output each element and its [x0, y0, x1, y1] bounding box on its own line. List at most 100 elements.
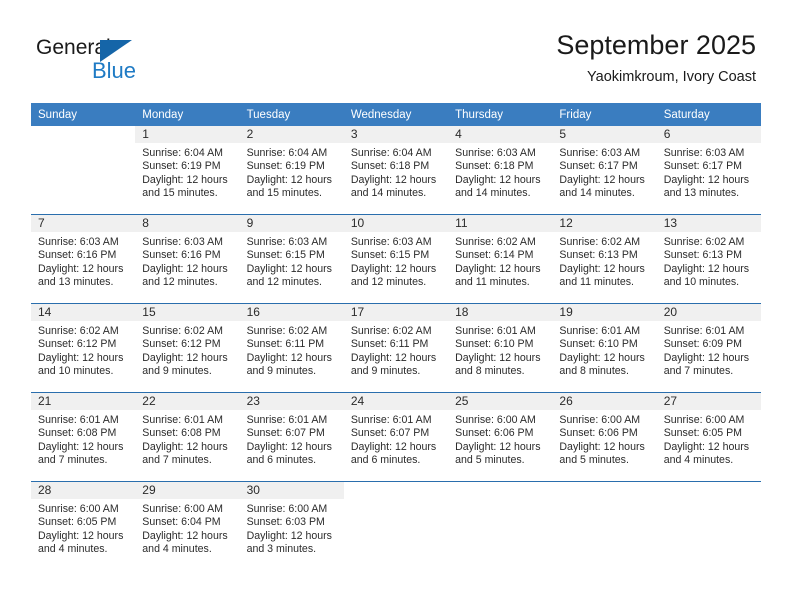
sunrise-text: Sunrise: 6:03 AM — [246, 236, 328, 248]
sunrise-text: Sunrise: 6:04 AM — [246, 147, 328, 159]
calendar-cell: 23 Sunrise: 6:01 AM Sunset: 6:07 PM Dayligh… — [239, 392, 344, 482]
day-number: 19 — [552, 304, 657, 321]
sunset-text: Sunset: 6:13 PM — [663, 249, 743, 262]
daylight-text-line1: Daylight: 12 hours — [38, 440, 124, 453]
sunset-text: Sunset: 6:06 PM — [455, 427, 534, 440]
calendar-cell: 22 Sunrise: 6:01 AM Sunset: 6:08 PM Dayligh… — [135, 392, 240, 482]
day-number: 28 — [31, 482, 136, 499]
daylight-text-line2: and 10 minutes. — [663, 275, 740, 288]
calendar-day[interactable]: 12 Sunrise: 6:02 AM Sunset: 6:13 PM Dayligh… — [552, 215, 657, 303]
calendar-cell: 11 Sunrise: 6:02 AM Sunset: 6:14 PM Dayligh… — [448, 214, 553, 304]
calendar-week-row: 1 Sunrise: 6:04 AM Sunset: 6:19 PM Daylight… — [31, 126, 761, 215]
day-number: 8 — [135, 215, 240, 232]
calendar-day[interactable]: 5 Sunrise: 6:03 AM Sunset: 6:17 PM Daylight… — [552, 126, 657, 214]
day-number: 12 — [552, 215, 657, 232]
sunset-text: Sunset: 6:09 PM — [663, 338, 743, 351]
daylight-text-line2: and 8 minutes. — [455, 364, 525, 377]
calendar-day[interactable]: 2 Sunrise: 6:04 AM Sunset: 6:19 PM Daylight… — [239, 126, 344, 214]
calendar-cell: 15 Sunrise: 6:02 AM Sunset: 6:12 PM Dayligh… — [135, 303, 240, 393]
calendar-day[interactable]: 13 Sunrise: 6:02 AM Sunset: 6:13 PM Dayligh… — [656, 215, 761, 303]
daylight-text-line2: and 15 minutes. — [246, 186, 322, 199]
day-details: Sunrise: 6:04 AM Sunset: 6:19 PM Daylight:… — [135, 143, 239, 200]
daylight-text-line1: Daylight: 12 hours — [455, 173, 541, 186]
sunrise-text: Sunrise: 6:02 AM — [663, 236, 745, 248]
calendar-day[interactable]: 19 Sunrise: 6:01 AM Sunset: 6:10 PM Dayligh… — [552, 304, 657, 392]
calendar-day[interactable]: 30 Sunrise: 6:00 AM Sunset: 6:03 PM Dayligh… — [239, 482, 344, 570]
calendar-cell: 17 Sunrise: 6:02 AM Sunset: 6:11 PM Dayligh… — [343, 303, 449, 393]
sunset-text: Sunset: 6:17 PM — [663, 160, 743, 173]
sunset-text: Sunset: 6:10 PM — [559, 338, 638, 351]
calendar-table: Sunday Monday Tuesday Wednesday Thursday… — [31, 103, 761, 570]
daylight-text-line1: Daylight: 12 hours — [350, 262, 437, 275]
daylight-text-line1: Daylight: 12 hours — [455, 440, 541, 453]
day-number: 4 — [448, 126, 553, 143]
sunrise-text: Sunrise: 6:01 AM — [663, 325, 745, 337]
calendar-day[interactable]: 24 Sunrise: 6:01 AM Sunset: 6:07 PM Dayligh… — [343, 393, 449, 481]
calendar-day-empty — [552, 482, 657, 570]
daylight-text-line1: Daylight: 12 hours — [142, 440, 228, 453]
calendar-cell: 5 Sunrise: 6:03 AM Sunset: 6:17 PM Daylight… — [552, 126, 657, 215]
calendar-day[interactable]: 26 Sunrise: 6:00 AM Sunset: 6:06 PM Dayligh… — [552, 393, 657, 481]
daylight-text-line1: Daylight: 12 hours — [142, 351, 228, 364]
day-number: 26 — [552, 393, 657, 410]
day-number: 5 — [552, 126, 657, 143]
calendar-day[interactable]: 20 Sunrise: 6:01 AM Sunset: 6:09 PM Dayligh… — [656, 304, 761, 392]
calendar-cell — [448, 481, 553, 570]
calendar-day[interactable]: 1 Sunrise: 6:04 AM Sunset: 6:19 PM Daylight… — [135, 126, 240, 214]
daylight-text-line1: Daylight: 12 hours — [559, 351, 645, 364]
calendar-cell — [656, 481, 761, 570]
day-details: Sunrise: 6:02 AM Sunset: 6:13 PM Daylight:… — [552, 232, 656, 289]
calendar-day[interactable]: 3 Sunrise: 6:04 AM Sunset: 6:18 PM Daylight… — [343, 126, 449, 214]
sunrise-text: Sunrise: 6:02 AM — [246, 325, 328, 337]
calendar-cell: 7 Sunrise: 6:03 AM Sunset: 6:16 PM Daylight… — [31, 214, 136, 304]
daylight-text-line1: Daylight: 12 hours — [455, 262, 541, 275]
daylight-text-line2: and 5 minutes. — [455, 453, 525, 466]
calendar-day[interactable]: 7 Sunrise: 6:03 AM Sunset: 6:16 PM Daylight… — [31, 215, 136, 303]
daylight-text-line2: and 3 minutes. — [246, 542, 317, 555]
day-number: 20 — [656, 304, 761, 321]
sunrise-text: Sunrise: 6:03 AM — [455, 147, 536, 159]
daylight-text-line2: and 12 minutes. — [350, 275, 427, 288]
calendar-cell: 9 Sunrise: 6:03 AM Sunset: 6:15 PM Daylight… — [239, 214, 344, 304]
general-blue-logo[interactable]: General Blue — [36, 36, 166, 84]
calendar-day[interactable]: 15 Sunrise: 6:02 AM Sunset: 6:12 PM Dayligh… — [135, 304, 240, 392]
day-details: Sunrise: 6:04 AM Sunset: 6:18 PM Daylight:… — [344, 143, 448, 200]
calendar-day[interactable]: 23 Sunrise: 6:01 AM Sunset: 6:07 PM Dayligh… — [239, 393, 344, 481]
calendar-day[interactable]: 4 Sunrise: 6:03 AM Sunset: 6:18 PM Daylight… — [448, 126, 553, 214]
daylight-text-line2: and 10 minutes. — [38, 364, 114, 377]
day-number — [552, 482, 657, 499]
calendar-day[interactable]: 6 Sunrise: 6:03 AM Sunset: 6:17 PM Daylight… — [656, 126, 761, 214]
calendar-cell: 8 Sunrise: 6:03 AM Sunset: 6:16 PM Daylight… — [135, 214, 240, 304]
sunrise-text: Sunrise: 6:03 AM — [559, 147, 641, 159]
calendar-day[interactable]: 29 Sunrise: 6:00 AM Sunset: 6:04 PM Dayligh… — [135, 482, 240, 570]
sunset-text: Sunset: 6:11 PM — [246, 338, 325, 351]
sunrise-text: Sunrise: 6:01 AM — [38, 414, 119, 426]
daylight-text-line1: Daylight: 12 hours — [455, 351, 541, 364]
calendar-day[interactable]: 10 Sunrise: 6:03 AM Sunset: 6:15 PM Dayligh… — [343, 215, 449, 303]
day-number: 16 — [239, 304, 344, 321]
calendar-day[interactable]: 11 Sunrise: 6:02 AM Sunset: 6:14 PM Dayligh… — [448, 215, 553, 303]
calendar-day[interactable]: 9 Sunrise: 6:03 AM Sunset: 6:15 PM Daylight… — [239, 215, 344, 303]
calendar-day[interactable]: 17 Sunrise: 6:02 AM Sunset: 6:11 PM Dayligh… — [343, 304, 449, 392]
calendar-cell: 2 Sunrise: 6:04 AM Sunset: 6:19 PM Daylight… — [239, 126, 344, 215]
calendar-day[interactable]: 21 Sunrise: 6:01 AM Sunset: 6:08 PM Dayligh… — [31, 393, 136, 481]
calendar-cell: 12 Sunrise: 6:02 AM Sunset: 6:13 PM Dayligh… — [552, 214, 657, 304]
day-number: 27 — [656, 393, 761, 410]
calendar-day[interactable]: 22 Sunrise: 6:01 AM Sunset: 6:08 PM Dayligh… — [135, 393, 240, 481]
calendar-cell: 21 Sunrise: 6:01 AM Sunset: 6:08 PM Dayligh… — [31, 392, 136, 482]
calendar-day[interactable]: 8 Sunrise: 6:03 AM Sunset: 6:16 PM Daylight… — [135, 215, 240, 303]
calendar-day[interactable]: 18 Sunrise: 6:01 AM Sunset: 6:10 PM Dayligh… — [448, 304, 553, 392]
calendar-day[interactable]: 28 Sunrise: 6:00 AM Sunset: 6:05 PM Dayligh… — [31, 482, 136, 570]
calendar-day[interactable]: 25 Sunrise: 6:00 AM Sunset: 6:06 PM Dayligh… — [448, 393, 553, 481]
daylight-text-line2: and 12 minutes. — [142, 275, 218, 288]
daylight-text-line1: Daylight: 12 hours — [663, 262, 750, 275]
sunset-text: Sunset: 6:05 PM — [663, 427, 743, 440]
sunrise-text: Sunrise: 6:00 AM — [38, 503, 119, 515]
sunset-text: Sunset: 6:06 PM — [559, 427, 638, 440]
calendar-day[interactable]: 27 Sunrise: 6:00 AM Sunset: 6:05 PM Dayligh… — [656, 393, 761, 481]
calendar-day[interactable]: 16 Sunrise: 6:02 AM Sunset: 6:11 PM Dayligh… — [239, 304, 344, 392]
day-details: Sunrise: 6:03 AM Sunset: 6:18 PM Daylight:… — [448, 143, 552, 200]
calendar-day-empty — [343, 482, 449, 570]
daylight-text-line2: and 7 minutes. — [663, 364, 734, 377]
calendar-day[interactable]: 14 Sunrise: 6:02 AM Sunset: 6:12 PM Dayligh… — [31, 304, 136, 392]
